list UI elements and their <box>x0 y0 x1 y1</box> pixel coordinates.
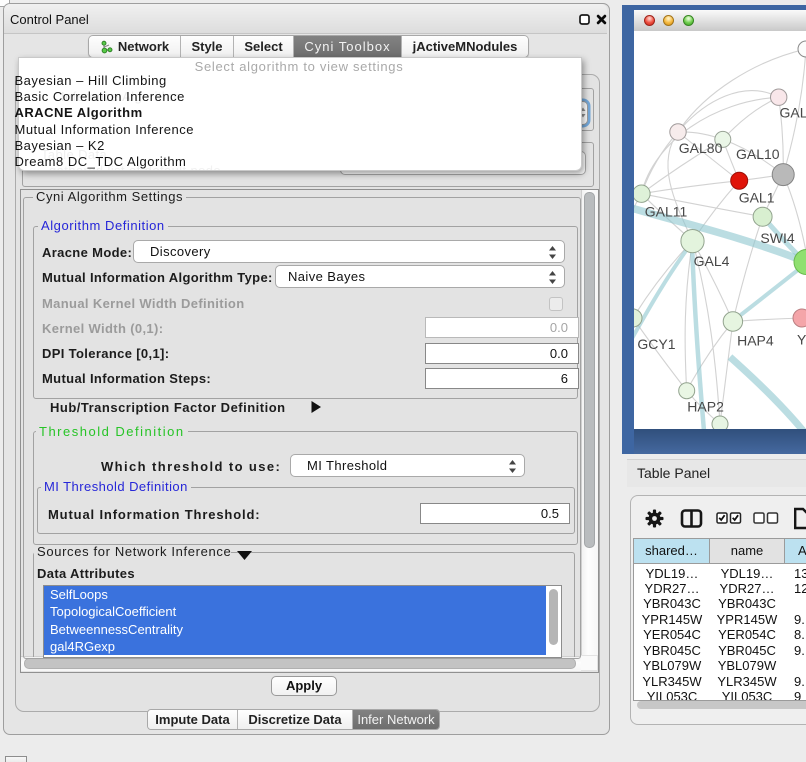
svg-text:HAP4: HAP4 <box>737 333 774 349</box>
svg-text:GAL: GAL <box>780 105 806 121</box>
svg-text:GAL80: GAL80 <box>679 140 723 156</box>
svg-text:SWI4: SWI4 <box>760 230 794 246</box>
svg-text:GAL11: GAL11 <box>645 203 688 219</box>
svg-text:GCY1: GCY1 <box>637 336 675 352</box>
svg-text:HAP2: HAP2 <box>687 399 724 415</box>
svg-text:GAL10: GAL10 <box>736 146 780 162</box>
svg-text:GAL4: GAL4 <box>694 253 730 269</box>
svg-text:Y: Y <box>797 332 806 348</box>
svg-text:GAL1: GAL1 <box>739 190 775 206</box>
